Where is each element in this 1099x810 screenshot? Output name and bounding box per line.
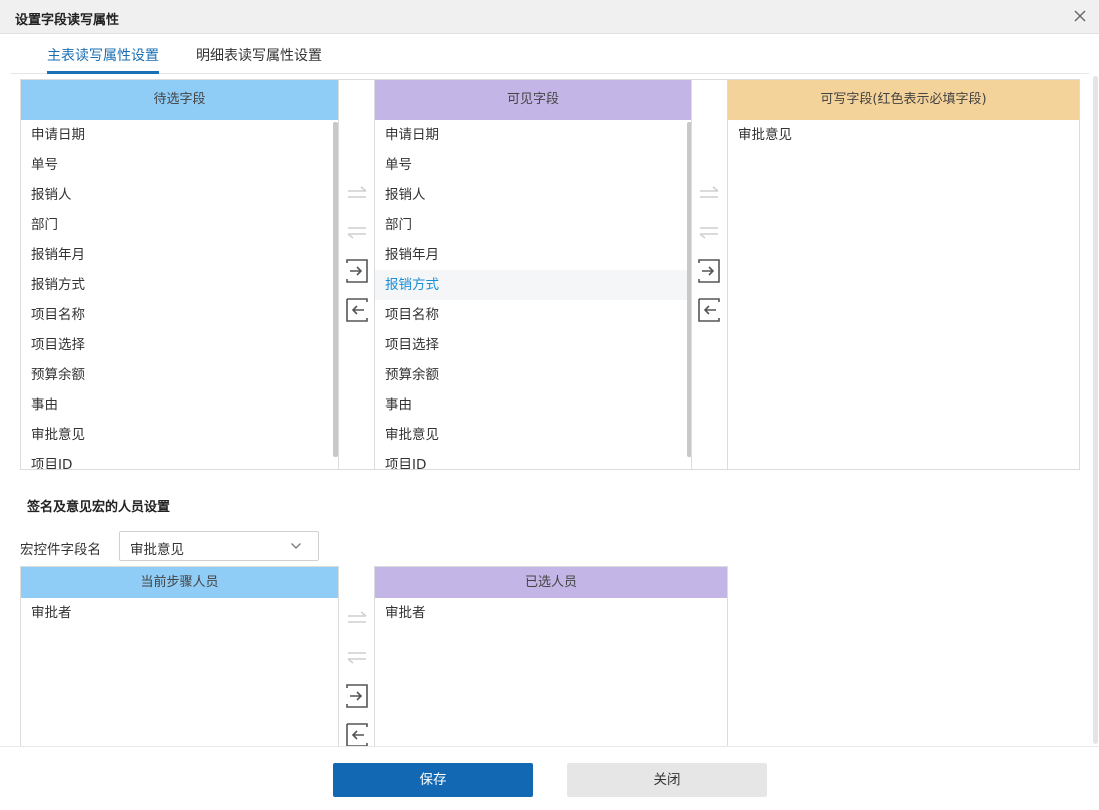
double-arrow-left-icon[interactable] bbox=[696, 218, 722, 244]
list-item[interactable]: 报销人 bbox=[375, 180, 691, 210]
list-item[interactable]: 申请日期 bbox=[375, 120, 691, 150]
pending-list-scrollbar[interactable] bbox=[333, 122, 338, 457]
visible-fields-header: 可见字段 bbox=[375, 80, 691, 120]
list-item[interactable]: 预算余额 bbox=[21, 360, 338, 390]
list-item[interactable]: 部门 bbox=[21, 210, 338, 240]
list-item[interactable]: 报销方式 bbox=[375, 270, 691, 300]
list-item[interactable]: 审批意见 bbox=[21, 420, 338, 450]
double-arrow-left-icon[interactable] bbox=[344, 643, 370, 669]
double-arrow-right-icon[interactable] bbox=[696, 181, 722, 207]
save-button[interactable]: 保存 bbox=[333, 763, 533, 797]
writable-fields-list: 审批意见 bbox=[728, 120, 1079, 469]
list-item[interactable]: 项目ID bbox=[375, 450, 691, 469]
signature-section-title: 签名及意见宏的人员设置 bbox=[27, 500, 171, 515]
move-right-icon[interactable] bbox=[344, 258, 370, 284]
pending-fields-header: 待选字段 bbox=[21, 80, 338, 120]
dialog-titlebar: 设置字段读写属性 bbox=[0, 0, 1099, 34]
visible-fields-panel: 可见字段 申请日期 单号 报销人 部门 报销年月 报销方式 项目名称 项目选择 预算余额 事由 审批… bbox=[374, 79, 692, 470]
list-item[interactable]: 项目ID bbox=[21, 450, 338, 469]
move-left-icon[interactable] bbox=[696, 297, 722, 323]
chosen-people-list: 审批者 bbox=[375, 598, 727, 746]
dialog-footer: 保存 关闭 bbox=[0, 746, 1099, 810]
dialog-body: 待选字段 申请日期 单号 报销人 部门 报销年月 报销方式 项目名称 项目选择 预算余额 事由 审批… bbox=[0, 75, 1099, 746]
list-item[interactable]: 报销年月 bbox=[21, 240, 338, 270]
macro-field-label: 宏控件字段名 bbox=[20, 542, 101, 558]
chosen-people-header: 已选人员 bbox=[375, 567, 727, 598]
tab-detail-table[interactable]: 明细表读写属性设置 bbox=[196, 45, 322, 65]
list-item[interactable]: 事由 bbox=[21, 390, 338, 420]
list-item[interactable]: 项目名称 bbox=[375, 300, 691, 330]
list-item[interactable]: 审批者 bbox=[375, 598, 727, 628]
close-icon[interactable] bbox=[1071, 7, 1089, 25]
move-left-icon[interactable] bbox=[344, 297, 370, 323]
current-step-people-panel: 当前步骤人员 审批者 bbox=[20, 566, 339, 746]
macro-field-value: 审批意见 bbox=[130, 542, 184, 558]
visible-fields-list: 申请日期 单号 报销人 部门 报销年月 报销方式 项目名称 项目选择 预算余额 事由 审批意见 项目I… bbox=[375, 120, 691, 469]
transfer-buttons-people bbox=[339, 597, 375, 746]
move-right-icon[interactable] bbox=[344, 683, 370, 709]
pending-fields-list: 申请日期 单号 报销人 部门 报销年月 报销方式 项目名称 项目选择 预算余额 事由 审批意见 项目I… bbox=[21, 120, 338, 469]
transfer-buttons-fields bbox=[339, 79, 375, 470]
tab-bar: 主表读写属性设置 明细表读写属性设置 bbox=[10, 34, 1089, 74]
double-arrow-left-icon[interactable] bbox=[344, 218, 370, 244]
chosen-people-panel: 已选人员 审批者 bbox=[374, 566, 728, 746]
list-item[interactable]: 项目选择 bbox=[21, 330, 338, 360]
writable-fields-header: 可写字段(红色表示必填字段) bbox=[728, 80, 1079, 120]
double-arrow-right-icon[interactable] bbox=[344, 606, 370, 632]
list-item[interactable]: 项目选择 bbox=[375, 330, 691, 360]
list-item[interactable]: 申请日期 bbox=[21, 120, 338, 150]
list-item[interactable]: 事由 bbox=[375, 390, 691, 420]
move-right-icon[interactable] bbox=[696, 258, 722, 284]
double-arrow-right-icon[interactable] bbox=[344, 181, 370, 207]
macro-field-select[interactable]: 审批意见 bbox=[119, 531, 319, 561]
list-item[interactable]: 审批意见 bbox=[728, 120, 1079, 150]
dialog-title: 设置字段读写属性 bbox=[15, 13, 120, 28]
list-item[interactable]: 报销人 bbox=[21, 180, 338, 210]
list-item[interactable]: 报销年月 bbox=[375, 240, 691, 270]
transfer-buttons-writable bbox=[692, 79, 727, 470]
list-item[interactable]: 单号 bbox=[21, 150, 338, 180]
list-item[interactable]: 审批意见 bbox=[375, 420, 691, 450]
current-step-people-header: 当前步骤人员 bbox=[21, 567, 338, 598]
close-button[interactable]: 关闭 bbox=[567, 763, 767, 797]
list-item[interactable]: 单号 bbox=[375, 150, 691, 180]
chevron-down-icon bbox=[291, 543, 301, 549]
dialog-scrollbar[interactable] bbox=[1093, 76, 1098, 744]
list-item[interactable]: 部门 bbox=[375, 210, 691, 240]
writable-fields-panel: 可写字段(红色表示必填字段) 审批意见 bbox=[727, 79, 1080, 470]
list-item[interactable]: 预算余额 bbox=[375, 360, 691, 390]
list-item[interactable]: 项目名称 bbox=[21, 300, 338, 330]
current-step-people-list: 审批者 bbox=[21, 598, 338, 746]
tab-main-table[interactable]: 主表读写属性设置 bbox=[47, 45, 159, 74]
pending-fields-panel: 待选字段 申请日期 单号 报销人 部门 报销年月 报销方式 项目名称 项目选择 预算余额 事由 审批… bbox=[20, 79, 339, 470]
list-item[interactable]: 报销方式 bbox=[21, 270, 338, 300]
move-left-icon[interactable] bbox=[344, 722, 370, 746]
list-item[interactable]: 审批者 bbox=[21, 598, 338, 628]
